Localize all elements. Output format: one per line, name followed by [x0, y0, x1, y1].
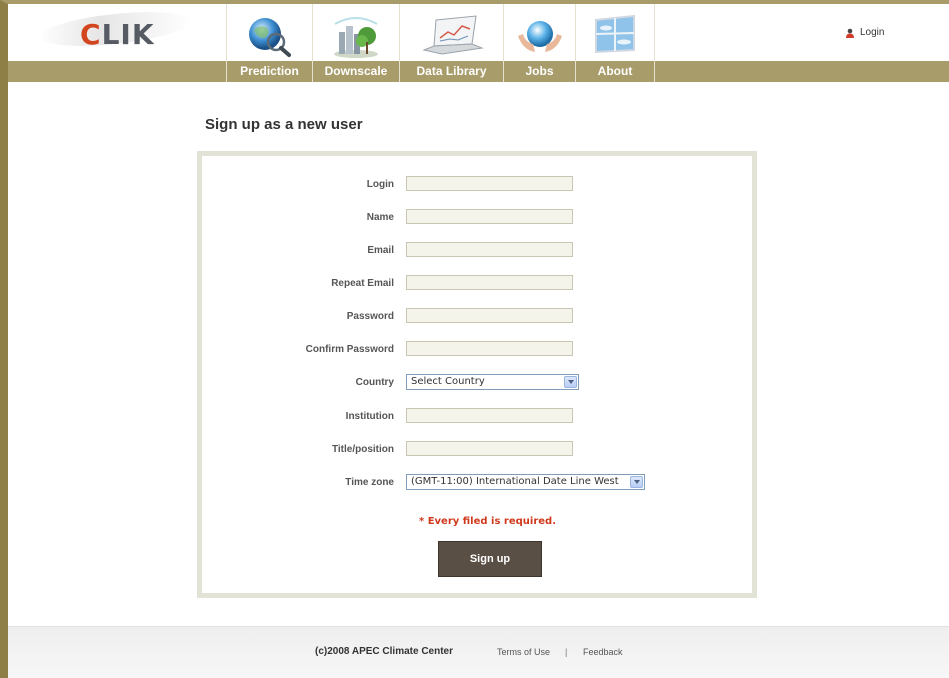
footer-copyright: (c)2008 APEC Climate Center	[315, 646, 454, 657]
footer-separator: |	[565, 647, 568, 657]
email-row: Email	[202, 242, 752, 262]
confirm-password-input[interactable]	[406, 341, 573, 356]
country-select[interactable]: Select Country	[406, 374, 579, 390]
name-input[interactable]	[406, 209, 573, 224]
chevron-down-icon[interactable]	[564, 376, 577, 388]
chevron-down-icon[interactable]	[630, 476, 643, 488]
nav-item-downscale[interactable]: Downscale	[313, 4, 400, 82]
nav-label-jobs: Jobs	[525, 64, 554, 78]
nav-item-prediction[interactable]: Prediction	[226, 4, 313, 82]
email-label: Email	[367, 245, 394, 256]
institution-label: Institution	[345, 411, 394, 422]
institution-row: Institution	[202, 408, 752, 428]
title-position-row: Title/position	[202, 441, 752, 461]
page-title: Sign up as a new user	[205, 116, 363, 133]
logo-text: CLIK	[80, 18, 155, 51]
timezone-select[interactable]: (GMT-11:00) International Date Line West	[406, 474, 645, 490]
country-row: Country Select Country	[202, 374, 752, 394]
login-row: Login	[202, 176, 752, 196]
country-label: Country	[355, 377, 394, 388]
password-row: Password	[202, 308, 752, 328]
globe-magnifier-icon	[248, 18, 291, 57]
laptop-chart-icon	[421, 15, 484, 55]
nav-item-about[interactable]: About	[576, 4, 655, 82]
repeat-email-row: Repeat Email	[202, 275, 752, 295]
clik-logo[interactable]: CLIK	[38, 6, 210, 58]
signup-form: Login Name Email Repeat Email Password C…	[197, 151, 757, 598]
user-icon	[846, 28, 854, 38]
city-tree-icon	[334, 17, 378, 58]
nav-label-about: About	[597, 64, 633, 78]
header-login-link[interactable]: Login	[845, 27, 884, 38]
repeat-email-input[interactable]	[406, 275, 573, 290]
nav-item-data-library[interactable]: Data Library	[400, 4, 504, 82]
timezone-row: Time zone (GMT-11:00) International Date…	[202, 474, 752, 494]
nav-item-jobs[interactable]: Jobs	[504, 4, 576, 82]
required-note: * Every filed is required.	[419, 516, 556, 527]
main-nav: Prediction Downscale Data Library Jobs A…	[226, 4, 655, 82]
password-label: Password	[346, 311, 394, 322]
nav-label-downscale: Downscale	[324, 64, 388, 78]
nav-label-prediction: Prediction	[240, 64, 299, 78]
title-position-input[interactable]	[406, 441, 573, 456]
repeat-email-label: Repeat Email	[331, 278, 394, 289]
timezone-select-value: (GMT-11:00) International Date Line West	[411, 476, 619, 487]
confirm-password-row: Confirm Password	[202, 341, 752, 361]
sign-up-button[interactable]: Sign up	[438, 541, 542, 577]
login-input[interactable]	[406, 176, 573, 191]
title-position-label: Title/position	[331, 444, 394, 455]
nav-label-data-library: Data Library	[416, 64, 487, 78]
sky-window-icon	[595, 14, 635, 54]
login-label: Login	[366, 179, 394, 190]
institution-input[interactable]	[406, 408, 573, 423]
name-label: Name	[366, 212, 394, 223]
feedback-link[interactable]: Feedback	[583, 647, 623, 657]
password-input[interactable]	[406, 308, 573, 323]
confirm-password-label: Confirm Password	[305, 344, 394, 355]
country-select-value: Select Country	[411, 376, 485, 387]
hands-globe-icon	[517, 21, 562, 52]
timezone-label: Time zone	[345, 477, 394, 488]
login-link-label: Login	[860, 27, 885, 38]
terms-of-use-link[interactable]: Terms of Use	[497, 647, 550, 657]
email-input[interactable]	[406, 242, 573, 257]
site-footer: (c)2008 APEC Climate Center Terms of Use…	[8, 626, 949, 678]
name-row: Name	[202, 209, 752, 229]
